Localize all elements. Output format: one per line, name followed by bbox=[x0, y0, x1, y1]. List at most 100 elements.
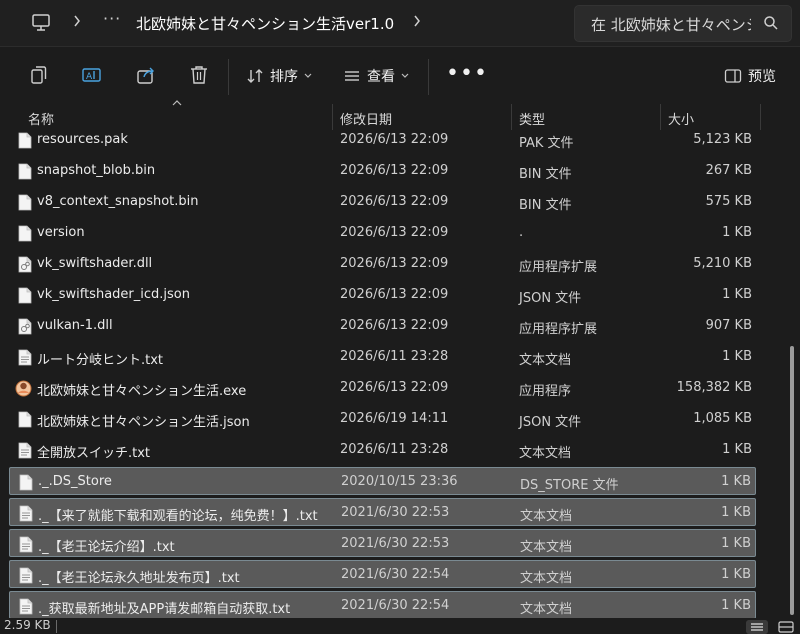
file-type: 应用程序扩展 bbox=[519, 322, 598, 337]
sort-label: 排序 bbox=[270, 69, 298, 85]
file-icon bbox=[18, 132, 32, 149]
file-type: PAK 文件 bbox=[519, 136, 574, 151]
file-date-modified: 2026/6/19 14:11 bbox=[340, 411, 449, 426]
delete-icon[interactable] bbox=[188, 64, 210, 86]
file-type: 文本文档 bbox=[520, 509, 573, 524]
file-name: ._获取最新地址及APP请发邮箱自动获取.txt bbox=[38, 602, 291, 617]
file-size: 1 KB bbox=[722, 225, 752, 240]
file-date-modified: 2026/6/13 22:09 bbox=[340, 287, 449, 302]
file-row[interactable]: ._【老王论坛介绍】.txt 2021/6/30 22:53 文本文档 1 KB bbox=[9, 529, 756, 557]
file-type: 应用程序扩展 bbox=[519, 260, 598, 275]
file-name: 全開放スイッチ.txt bbox=[37, 446, 151, 461]
text-file-icon bbox=[19, 567, 33, 584]
file-name: vk_swiftshader.dll bbox=[37, 256, 153, 271]
view-button[interactable]: 查看 bbox=[343, 66, 409, 86]
file-type: 文本文档 bbox=[520, 602, 573, 617]
file-date-modified: 2021/6/30 22:54 bbox=[341, 567, 450, 582]
file-row[interactable]: ._【来了就能下载和观看的论坛，纯免费！】.txt 2021/6/30 22:53… bbox=[9, 498, 756, 526]
file-row[interactable]: ルート分岐ヒント.txt 2026/6/11 23:28 文本文档 1 KB bbox=[9, 343, 756, 371]
file-size: 1 KB bbox=[721, 567, 751, 582]
share-icon[interactable] bbox=[135, 64, 157, 86]
file-name: 北欧姉妹と甘々ペンション生活.json bbox=[37, 415, 250, 430]
chevron-right-icon[interactable] bbox=[412, 13, 422, 29]
file-row[interactable]: snapshot_blob.bin 2026/6/13 22:09 BIN 文件 26… bbox=[9, 157, 756, 185]
sort-icon bbox=[247, 69, 263, 83]
svg-text:A: A bbox=[86, 72, 93, 82]
tiles-view-icon[interactable] bbox=[776, 620, 796, 634]
file-icon bbox=[18, 163, 32, 180]
file-name: 北欧姉妹と甘々ペンション生活.exe bbox=[37, 384, 247, 399]
sort-button[interactable]: 排序 bbox=[246, 66, 312, 86]
file-date-modified: 2021/6/30 22:53 bbox=[341, 536, 450, 551]
file-type: 文本文档 bbox=[519, 353, 572, 368]
file-name: ._【来了就能下载和观看的论坛，纯免费！】.txt bbox=[38, 509, 318, 524]
file-name: vulkan-1.dll bbox=[37, 318, 113, 333]
file-icon bbox=[18, 194, 32, 211]
file-name: resources.pak bbox=[37, 132, 128, 147]
file-name: snapshot_blob.bin bbox=[37, 163, 156, 178]
command-bar: A 排序 查看 ••• 预览 bbox=[0, 47, 800, 106]
chevron-right-icon[interactable] bbox=[72, 13, 82, 29]
file-size: 1,085 KB bbox=[693, 411, 752, 426]
file-date-modified: 2020/10/15 23:36 bbox=[341, 474, 458, 489]
file-row[interactable]: 全開放スイッチ.txt 2026/6/11 23:28 文本文档 1 KB bbox=[9, 436, 756, 464]
file-row[interactable]: vk_swiftshader.dll 2026/6/13 22:09 应用程序扩展 5… bbox=[9, 250, 756, 278]
file-name: ._【老王论坛永久地址发布页】.txt bbox=[38, 571, 240, 586]
file-row[interactable]: 北欧姉妹と甘々ペンション生活.json 2026/6/19 14:11 JSON 文… bbox=[9, 405, 756, 433]
file-size: 907 KB bbox=[705, 318, 752, 333]
sort-ascending-icon bbox=[172, 100, 182, 106]
text-file-icon bbox=[19, 536, 33, 553]
file-date-modified: 2021/6/30 22:54 bbox=[341, 598, 450, 613]
file-size: 1 KB bbox=[722, 287, 752, 302]
breadcrumb-current-folder[interactable]: 北欧姉妹と甘々ペンション生活ver1.0 bbox=[136, 13, 394, 34]
status-divider bbox=[56, 620, 57, 633]
file-row[interactable]: resources.pak 2026/6/13 22:09 PAK 文件 5,123 … bbox=[9, 126, 756, 154]
file-row[interactable]: 北欧姉妹と甘々ペンション生活.exe 2026/6/13 22:09 应用程序 158… bbox=[9, 374, 756, 402]
app-icon bbox=[15, 380, 32, 397]
file-type: JSON 文件 bbox=[519, 415, 582, 430]
file-size: 1 KB bbox=[721, 598, 751, 613]
file-date-modified: 2026/6/11 23:28 bbox=[340, 349, 449, 364]
file-size: 1 KB bbox=[721, 474, 751, 489]
status-bar: 2.59 KB bbox=[0, 618, 800, 634]
text-file-icon bbox=[19, 598, 33, 615]
search-box[interactable]: 在 北欧姉妹と甘々ペンシ bbox=[574, 5, 792, 42]
file-date-modified: 2026/6/13 22:09 bbox=[340, 194, 449, 209]
file-date-modified: 2026/6/13 22:09 bbox=[340, 132, 449, 147]
search-icon[interactable] bbox=[763, 15, 779, 31]
column-divider[interactable] bbox=[760, 104, 761, 130]
file-date-modified: 2026/6/13 22:09 bbox=[340, 225, 449, 240]
file-row[interactable]: ._.DS_Store 2020/10/15 23:36 DS_STORE 文件 1 … bbox=[9, 467, 756, 495]
file-date-modified: 2026/6/13 22:09 bbox=[340, 163, 449, 178]
file-row[interactable]: vk_swiftshader_icd.json 2026/6/13 22:09 JS… bbox=[9, 281, 756, 309]
preview-label: 预览 bbox=[748, 69, 776, 85]
file-size: 5,210 KB bbox=[693, 256, 752, 271]
file-type: JSON 文件 bbox=[519, 291, 582, 306]
preview-pane-button[interactable]: 预览 bbox=[724, 66, 776, 86]
copy-icon[interactable] bbox=[28, 64, 50, 86]
file-size: 158,382 KB bbox=[676, 380, 752, 395]
file-icon bbox=[18, 411, 32, 428]
rename-icon[interactable]: A bbox=[81, 64, 103, 86]
file-type: . bbox=[519, 225, 524, 240]
dll-icon bbox=[18, 256, 32, 273]
breadcrumb-overflow[interactable]: ··· bbox=[103, 9, 121, 28]
file-date-modified: 2026/6/13 22:09 bbox=[340, 256, 449, 271]
file-name: ._.DS_Store bbox=[38, 474, 112, 489]
file-row[interactable]: ._【老王论坛永久地址发布页】.txt 2021/6/30 22:54 文本文档 1 … bbox=[9, 560, 756, 588]
more-options-button[interactable]: ••• bbox=[446, 63, 488, 85]
text-file-icon bbox=[19, 505, 33, 522]
this-pc-icon[interactable] bbox=[30, 12, 52, 34]
file-row[interactable]: version 2026/6/13 22:09. 1 KB bbox=[9, 219, 756, 247]
file-type: 文本文档 bbox=[520, 571, 573, 586]
status-selection-size: 2.59 KB bbox=[4, 618, 51, 632]
file-row[interactable]: v8_context_snapshot.bin 2026/6/13 22:09 BI… bbox=[9, 188, 756, 216]
details-view-icon[interactable] bbox=[746, 620, 768, 634]
toolbar-divider bbox=[428, 59, 429, 95]
file-size: 575 KB bbox=[705, 194, 752, 209]
file-row[interactable]: ._获取最新地址及APP请发邮箱自动获取.txt 2021/6/30 22:54 文… bbox=[9, 591, 756, 618]
file-name: ルート分岐ヒント.txt bbox=[37, 353, 164, 368]
search-placeholder[interactable]: 在 北欧姉妹と甘々ペンシ bbox=[591, 14, 751, 35]
file-row[interactable]: vulkan-1.dll 2026/6/13 22:09 应用程序扩展 907 KB bbox=[9, 312, 756, 340]
vertical-scrollbar-thumb[interactable] bbox=[790, 346, 794, 615]
